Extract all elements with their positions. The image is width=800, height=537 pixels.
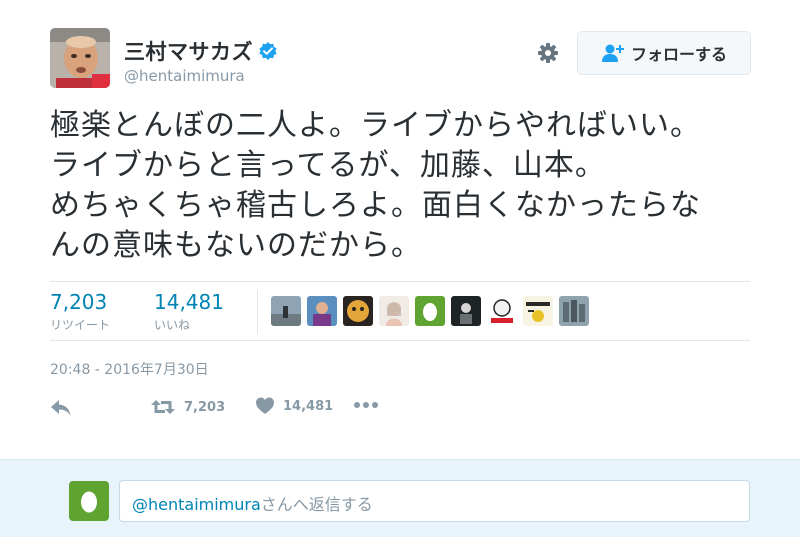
gear-icon[interactable]: [537, 42, 559, 64]
liker-avatar[interactable]: [451, 296, 481, 326]
verified-badge-icon: [258, 41, 278, 61]
more-icon: [354, 402, 378, 408]
tweet-text-line: 極楽とんぼの二人よ。ライブからやればいい。: [50, 108, 701, 143]
avatar[interactable]: [50, 28, 110, 88]
retweet-stat[interactable]: 7,203 リツイート: [50, 290, 110, 333]
user-handle[interactable]: @hentaimimura: [124, 67, 245, 85]
tweet-timestamp[interactable]: 20:48 - 2016年7月30日: [50, 359, 209, 379]
like-stat[interactable]: 14,481 いいね: [154, 290, 224, 333]
like-button[interactable]: 14,481: [255, 396, 333, 416]
liker-avatar[interactable]: [415, 296, 445, 326]
retweet-count: 7,203: [50, 290, 108, 314]
reply-button[interactable]: [50, 399, 72, 417]
liker-avatar[interactable]: [307, 296, 337, 326]
retweet-icon: [151, 400, 175, 414]
tweet-text-line: ライブからと言ってるが、加藤、山本。: [50, 148, 606, 183]
follow-button-label: フォローする: [630, 45, 727, 64]
reply-input[interactable]: @hentaimimuraさんへ返信する: [119, 480, 750, 522]
liker-avatar[interactable]: [343, 296, 373, 326]
reply-mention: @hentaimimura: [132, 495, 261, 514]
liker-avatars: [271, 296, 595, 326]
add-user-icon: [601, 43, 625, 63]
liker-avatar[interactable]: [523, 296, 553, 326]
retweet-action-count: 7,203: [184, 399, 226, 415]
like-action-count: 14,481: [283, 398, 334, 414]
more-button[interactable]: [353, 401, 379, 409]
liker-avatar[interactable]: [379, 296, 409, 326]
stats-divider: [257, 290, 258, 334]
user-name-row[interactable]: 三村マサカズ: [124, 36, 278, 66]
tweet-text: 極楽とんぼの二人よ。ライブからやればいい。 ライブからと言ってるが、加藤、山本。…: [50, 106, 770, 266]
retweet-button[interactable]: 7,203: [150, 396, 225, 418]
tweet-text-line: んの意味もないのだから。: [50, 228, 422, 263]
heart-icon: [256, 397, 274, 414]
liker-avatar[interactable]: [271, 296, 301, 326]
like-count: 14,481: [154, 290, 224, 314]
tweet-stats: 7,203 リツイート 14,481 いいね: [50, 281, 750, 341]
reply-icon: [51, 400, 71, 416]
follow-button[interactable]: フォローする: [577, 31, 751, 75]
tweet-action-bar: 7,203 14,481: [50, 396, 450, 422]
liker-avatar[interactable]: [487, 296, 517, 326]
avatar-image: [50, 28, 110, 88]
egg-avatar-icon: [81, 491, 97, 513]
tweet-text-line: めちゃくちゃ稽古しろよ。面白くなかったらな: [50, 188, 701, 223]
reply-bar: @hentaimimuraさんへ返信する: [0, 459, 800, 537]
reply-avatar: [69, 481, 109, 521]
liker-avatar[interactable]: [559, 296, 589, 326]
retweet-label: リツイート: [50, 318, 111, 332]
like-label: いいね: [154, 318, 191, 332]
reply-placeholder: さんへ返信する: [260, 495, 373, 514]
display-name[interactable]: 三村マサカズ: [124, 36, 253, 66]
